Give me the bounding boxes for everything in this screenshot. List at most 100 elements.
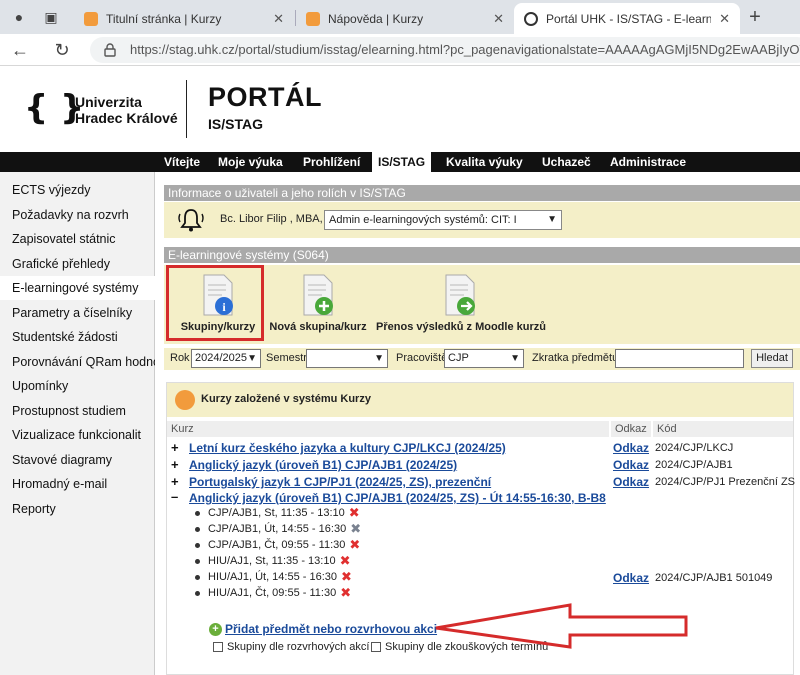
lock-icon [104,43,116,57]
course-code: 2024/CJP/LKCJ [655,442,734,454]
sidebar-item-qram[interactable]: Porovnávání QRam hodnot [0,350,155,374]
top-menu: Vítejte Moje výuka Prohlížení IS/STAG Kv… [0,152,800,172]
menu-kvalita-vyuky[interactable]: Kvalita výuky [440,152,529,172]
odkaz-link[interactable]: Odkaz [613,441,649,455]
close-icon[interactable]: ✕ [719,11,730,27]
close-icon[interactable]: ✕ [273,11,284,27]
tool-nova-skupina[interactable]: Nová skupina/kurz [268,265,368,344]
tab-actions-icon[interactable]: ▣ [40,6,62,28]
odkaz-link[interactable]: Odkaz [613,571,649,585]
sidebar-item-vizualizace[interactable]: Vizualizace funkcionalit [0,423,155,447]
menu-administrace[interactable]: Administrace [604,152,692,172]
chevron-down-icon: ▼ [247,353,257,364]
sidebar: ECTS výjezdy Požadavky na rozvrh Zapisov… [0,172,155,675]
rok-select[interactable]: 2024/2025 ▼ [191,349,261,368]
browser-tab-3[interactable]: Portál UHK - IS/STAG - E-learning ✕ [514,3,740,34]
add-subject-link[interactable]: Přidat předmět nebo rozvrhovou akci [225,622,437,636]
tool-prenos-vysledku[interactable]: Přenos výsledků z Moodle kurzů [376,265,546,344]
sidebar-item-graficke[interactable]: Grafické přehledy [0,252,155,276]
sidebar-item-pozadavky[interactable]: Požadavky na rozvrh [0,203,155,227]
sidebar-item-reporty[interactable]: Reporty [0,497,155,521]
odkaz-link[interactable]: Odkaz [613,475,649,489]
checkbox-label: Skupiny dle rozvrhových akcí [227,641,370,653]
tool-label: Nová skupina/kurz [269,321,367,333]
sidebar-item-stavove[interactable]: Stavové diagramy [0,448,155,472]
expand-toggle[interactable]: + [171,440,179,455]
schedule-text: HIU/AJ1, Čt, 09:55 - 11:30 [208,586,337,599]
sidebar-item-prostupnost[interactable]: Prostupnost studiem [0,399,155,423]
chevron-down-icon: ▼ [510,353,520,364]
kurzy-favicon-icon [306,11,320,26]
sidebar-item-zapisovatel[interactable]: Zapisovatel státnic [0,227,155,251]
expand-toggle[interactable]: + [171,474,179,489]
profile-icon[interactable]: ● [8,6,30,28]
course-link[interactable]: Letní kurz českého jazyka a kultury CJP/… [189,441,506,455]
sidebar-item-zadosti[interactable]: Studentské žádosti [0,325,155,349]
schedule-text: CJP/AJB1, St, 11:35 - 13:10 [208,506,345,519]
address-bar[interactable]: https://stag.uhk.cz/portal/studium/issta… [90,37,800,63]
schedule-item: CJP/AJB1, St, 11:35 - 13:10 ✖ [195,505,360,521]
collapse-toggle[interactable]: – [171,489,178,504]
document-transfer-icon [445,274,475,316]
sidebar-item-elearning[interactable]: E-learningové systémy [0,276,155,300]
globe-icon [524,11,538,26]
bell-icon[interactable] [176,206,206,234]
schedule-item: CJP/AJB1, Čt, 09:55 - 11:30 ✖ [195,537,360,553]
col-header-kod: Kód [653,421,793,437]
tab-label: Titulní stránka | Kurzy [106,11,222,26]
delete-icon[interactable]: ✖ [349,505,360,521]
sidebar-item-parametry[interactable]: Parametry a číselníky [0,301,155,325]
role-select[interactable]: Admin e-learningových systémů: CIT: I ▼ [324,210,562,230]
course-link[interactable]: Anglický jazyk (úroveň B1) CJP/AJB1 (202… [189,491,606,505]
schedule-item: HIU/AJ1, St, 11:35 - 13:10 ✖ [195,553,351,569]
odkaz-link[interactable]: Odkaz [613,458,649,472]
kurzy-logo-icon [175,390,195,410]
chevron-down-icon: ▼ [547,214,557,225]
browser-tabbar: ● ▣ Titulní stránka | Kurzy ✕ Nápověda |… [0,0,800,34]
add-icon: + [209,623,222,636]
sidebar-item-ects[interactable]: ECTS výjezdy [0,178,155,202]
checkbox-icon[interactable] [371,642,381,653]
chevron-down-icon: ▼ [374,353,384,364]
menu-uchazec[interactable]: Uchazeč [536,152,597,172]
pracoviste-select[interactable]: CJP ▼ [444,349,524,368]
role-value: Admin e-learningových systémů: CIT: I [329,214,517,226]
courses-box-title: Kurzy založené v systému Kurzy [201,393,371,405]
course-code: 2024/CJP/AJB1 [655,459,733,471]
expand-toggle[interactable]: + [171,457,179,472]
university-line1: Univerzita [75,94,142,110]
back-icon[interactable]: ← [8,38,32,62]
delete-icon[interactable]: ✖ [341,569,352,585]
browser-tab-2[interactable]: Nápověda | Kurzy ✕ [296,3,514,34]
sidebar-item-upominky[interactable]: Upomínky [0,374,155,398]
hledat-button[interactable]: Hledat [751,349,793,368]
browser-tab-1[interactable]: Titulní stránka | Kurzy ✕ [74,3,294,34]
schedule-text: HIU/AJ1, Út, 14:55 - 16:30 [208,570,338,583]
user-info-bar: Bc. Libor Filip , MBA, Admin e-learningo… [164,202,800,238]
delete-icon[interactable]: ✖ [350,521,361,537]
course-link[interactable]: Portugalský jazyk 1 CJP/PJ1 (2024/25, ZS… [189,475,491,489]
delete-icon[interactable]: ✖ [340,585,351,601]
close-icon[interactable]: ✕ [493,11,504,27]
checkbox-zkous[interactable]: Skupiny dle zkouškových termínů [371,641,548,653]
menu-vitejte[interactable]: Vítejte [158,152,206,172]
delete-icon[interactable]: ✖ [340,553,351,569]
portal-header: { } Univerzita Hradec Králové PORTÁL IS/… [0,66,800,152]
zkratka-input[interactable] [615,349,744,368]
checkbox-icon[interactable] [213,642,223,653]
semestr-select[interactable]: ▼ [306,349,388,368]
university-line2: Hradec Králové [75,110,178,126]
reload-icon[interactable]: ↻ [50,38,74,62]
schedule-item: HIU/AJ1, Út, 14:55 - 16:30 ✖ [195,569,352,585]
courses-box: Kurzy založené v systému Kurzy Kurz Odka… [166,382,795,675]
col-header-kurz: Kurz [167,421,609,437]
rok-value: 2024/2025 [195,352,247,364]
menu-isstag[interactable]: IS/STAG [372,152,432,172]
menu-prohlizeni[interactable]: Prohlížení [297,152,366,172]
delete-icon[interactable]: ✖ [349,537,360,553]
sidebar-item-email[interactable]: Hromadný e-mail [0,472,155,496]
course-link[interactable]: Anglický jazyk (úroveň B1) CJP/AJB1 (202… [189,458,457,472]
menu-moje-vyuka[interactable]: Moje výuka [212,152,289,172]
new-tab-icon[interactable]: + [744,6,766,28]
checkbox-rozvrh[interactable]: Skupiny dle rozvrhových akcí [213,641,369,653]
